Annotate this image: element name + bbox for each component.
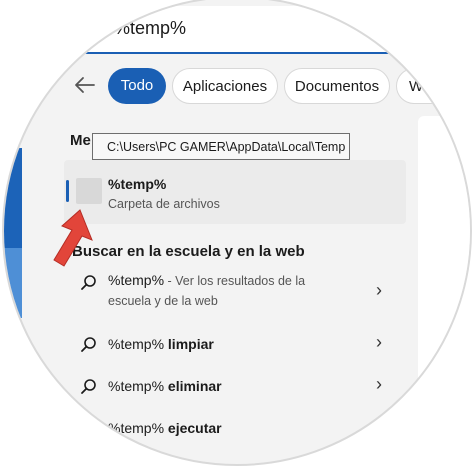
best-match-title: %temp% [108, 176, 167, 192]
tab-aplicaciones[interactable]: Aplicaciones [172, 68, 278, 104]
result-query: %temp% [108, 336, 165, 352]
back-arrow-icon[interactable] [74, 76, 96, 94]
path-tooltip: C:\Users\PC GAMER\AppData\Local\Temp [92, 133, 350, 160]
search-icon [80, 274, 98, 292]
best-match-item[interactable]: %temp% Carpeta de archivos [64, 160, 406, 224]
result-bold: eliminar [164, 378, 222, 394]
tab-documentos[interactable]: Documentos [284, 68, 390, 104]
result-query: %temp% [108, 378, 165, 394]
tab-label: W [409, 78, 424, 95]
result-query: %temp% [108, 420, 165, 436]
folder-icon [76, 178, 102, 204]
search-icon [80, 336, 98, 354]
result-bold: limpiar [164, 336, 214, 352]
tab-label: Todo [120, 77, 154, 94]
preview-pane [418, 116, 470, 464]
chevron-right-icon: › [376, 280, 382, 300]
tab-label: Documentos [294, 78, 380, 95]
search-input[interactable]: %temp% [114, 18, 186, 39]
selection-indicator [66, 180, 69, 202]
web-result-item[interactable]: %temp% eliminar › [64, 374, 406, 402]
magnified-circle: %temp% Todo Aplicaciones Documentos W Me… [2, 0, 472, 466]
desktop-wallpaper-strip [4, 148, 22, 248]
result-line2: escuela y de la web [108, 294, 218, 308]
result-bold: ejecutar [164, 420, 222, 436]
tab-todo[interactable]: Todo [108, 68, 166, 104]
web-result-item[interactable]: %temp% limpiar › [64, 332, 406, 360]
tab-label: Aplicaciones [182, 78, 268, 95]
best-match-subtitle: Carpeta de archivos [108, 197, 220, 211]
chevron-right-icon: › [376, 332, 382, 352]
search-icon [80, 378, 98, 396]
chevron-right-icon: › [376, 374, 382, 394]
web-result-item[interactable]: %temp% ejecutar [64, 416, 406, 444]
web-result-item[interactable]: %temp% - Ver los resultados de la escuel… [64, 268, 406, 314]
tab-web[interactable]: W [396, 68, 456, 104]
pointer-arrow-icon [50, 208, 94, 277]
result-query: %temp% [108, 272, 165, 288]
web-section-heading: Buscar en la escuela y en la web [72, 243, 305, 260]
best-match-heading: Me [70, 132, 91, 149]
search-bar[interactable]: %temp% [74, 6, 470, 54]
result-suffix: - Ver los resultados de la [164, 274, 306, 288]
search-icon [80, 420, 98, 438]
desktop-wallpaper-strip [4, 248, 22, 318]
